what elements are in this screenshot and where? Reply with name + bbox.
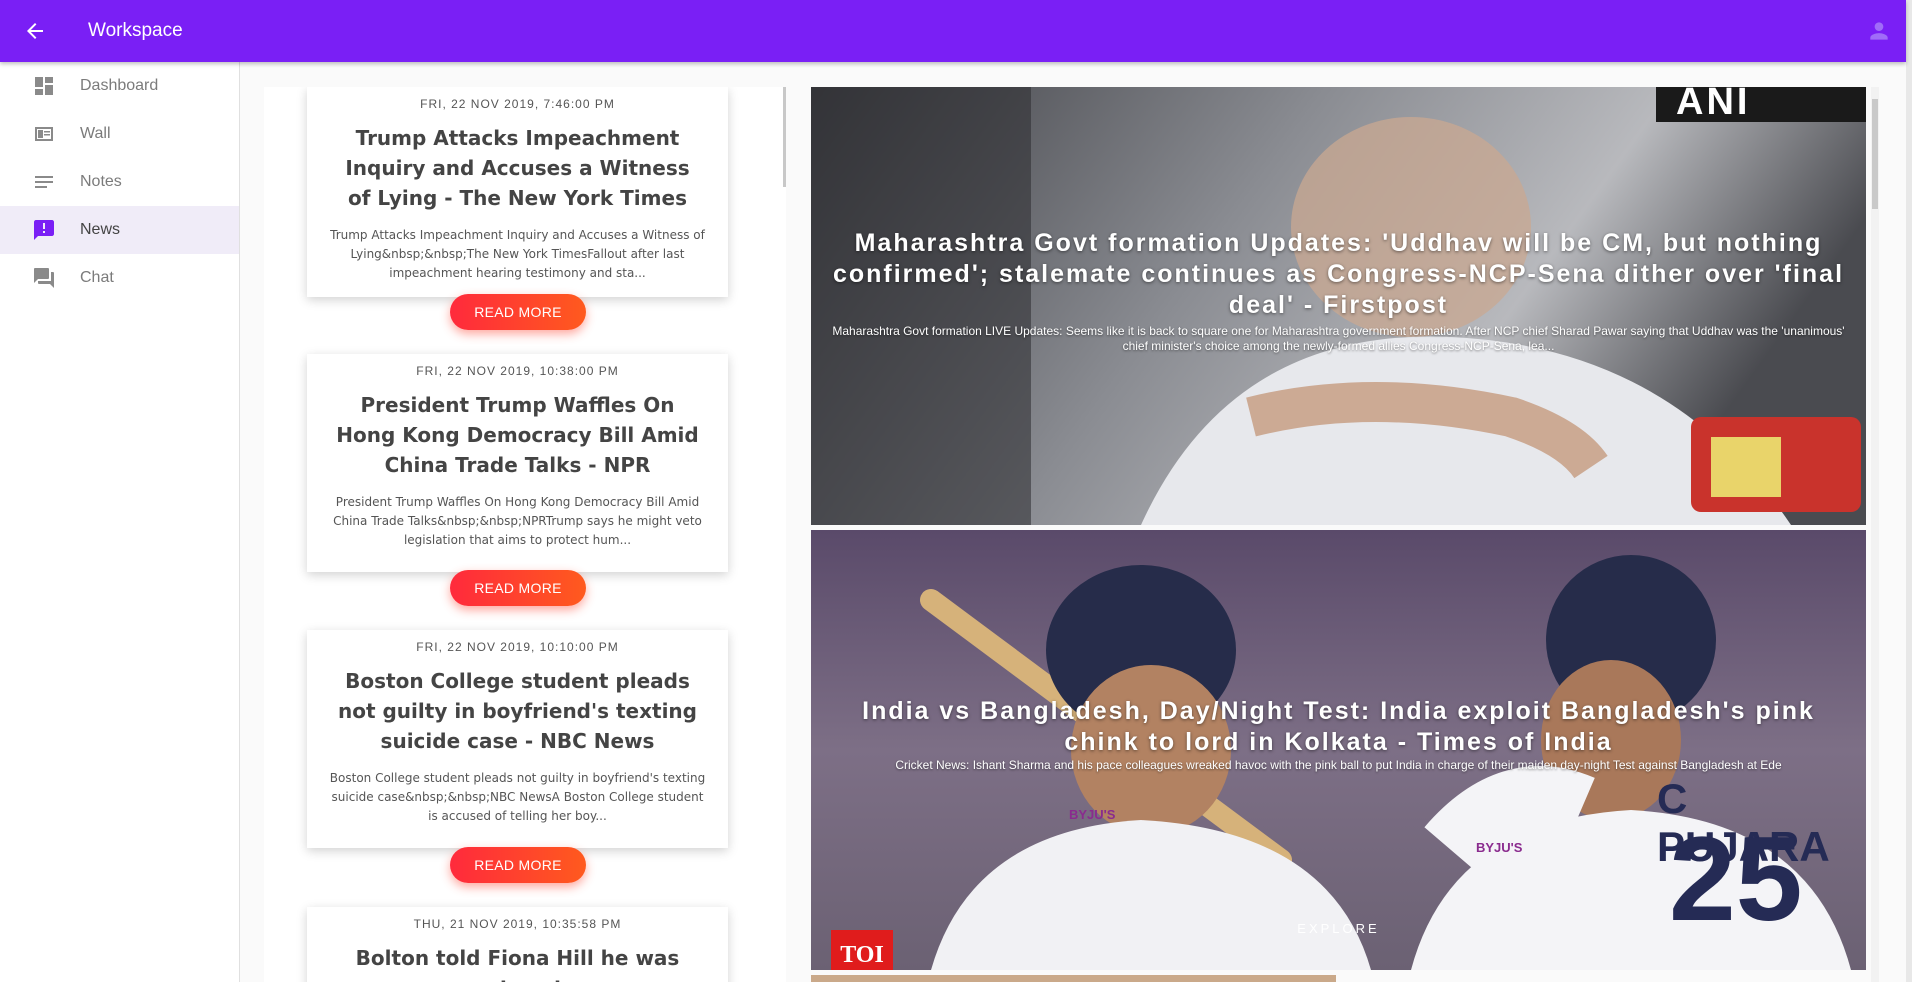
news-headline: Boston College student pleads not guilty… bbox=[337, 669, 697, 753]
app-bar: Workspace bbox=[0, 0, 1906, 62]
news-card: FRI, 22 NOV 2019, 10:38:00 PM President … bbox=[307, 354, 728, 572]
sidebar: Dashboard Wall Notes News Chat bbox=[0, 62, 240, 982]
window-scrollbar[interactable] bbox=[1906, 0, 1912, 982]
wall-icon bbox=[35, 127, 53, 141]
news-headline: President Trump Waffles On Hong Kong Dem… bbox=[336, 393, 699, 477]
featured-title: India vs Bangladesh, Day/Night Test: Ind… bbox=[862, 697, 1815, 756]
dashboard-icon bbox=[35, 77, 53, 95]
news-description: Trump Attacks Impeachment Inquiry and Ac… bbox=[330, 228, 705, 280]
featured-scrollbar[interactable] bbox=[1871, 87, 1879, 982]
news-date: FRI, 22 NOV 2019, 10:38:00 PM bbox=[416, 364, 619, 378]
notes-icon bbox=[35, 176, 53, 188]
featured-story[interactable] bbox=[811, 975, 1336, 982]
sidebar-item-notes[interactable]: Notes bbox=[0, 158, 239, 206]
sidebar-item-dashboard[interactable]: Dashboard bbox=[0, 62, 239, 110]
sidebar-item-label: News bbox=[80, 221, 121, 238]
chat-icon bbox=[34, 268, 54, 288]
featured-description: Maharashtra Govt formation LIVE Updates:… bbox=[832, 324, 1845, 353]
app-title: Workspace bbox=[88, 20, 183, 41]
news-icon bbox=[34, 220, 54, 240]
news-card: FRI, 22 NOV 2019, 10:10:00 PM Boston Col… bbox=[307, 630, 728, 848]
back-button[interactable] bbox=[0, 0, 70, 62]
scrollbar-thumb[interactable] bbox=[1872, 99, 1878, 209]
news-description: Boston College student pleads not guilty… bbox=[329, 771, 706, 823]
featured-story[interactable]: C PUJARA 25 BYJU'S BYJU'S India vs Bangl… bbox=[811, 530, 1866, 970]
news-list-scrollbar[interactable] bbox=[783, 87, 786, 187]
read-more-button[interactable]: READ MORE bbox=[450, 847, 586, 883]
sponsor-logo: BYJU'S bbox=[1069, 807, 1116, 822]
arrow-left-icon bbox=[27, 23, 43, 39]
news-list: FRI, 22 NOV 2019, 7:46:00 PM Trump Attac… bbox=[264, 87, 786, 982]
news-card: THU, 21 NOV 2019, 10:35:58 PM Bolton tol… bbox=[307, 907, 728, 982]
toi-logo: TOI bbox=[840, 942, 884, 968]
news-headline: Bolton told Fiona Hill he was not part bbox=[355, 946, 680, 982]
news-card: FRI, 22 NOV 2019, 7:46:00 PM Trump Attac… bbox=[307, 87, 728, 297]
news-date: FRI, 22 NOV 2019, 10:10:00 PM bbox=[416, 640, 619, 654]
sponsor-logo: BYJU'S bbox=[1476, 840, 1523, 855]
read-more-button[interactable]: READ MORE bbox=[450, 570, 586, 606]
sidebar-item-label: Wall bbox=[80, 125, 111, 142]
account-icon[interactable] bbox=[1866, 18, 1892, 44]
sidebar-item-news[interactable]: News bbox=[0, 206, 239, 254]
news-headline: Trump Attacks Impeachment Inquiry and Ac… bbox=[345, 126, 690, 210]
news-date: THU, 21 NOV 2019, 10:35:58 PM bbox=[413, 917, 622, 931]
news-description: President Trump Waffles On Hong Kong Dem… bbox=[333, 495, 702, 547]
read-more-button[interactable]: READ MORE bbox=[450, 294, 586, 330]
featured-title: Maharashtra Govt formation Updates: 'Udd… bbox=[832, 229, 1845, 319]
sidebar-item-label: Dashboard bbox=[80, 77, 159, 94]
explore-button[interactable]: EXPLORE bbox=[811, 921, 1866, 936]
sidebar-item-label: Notes bbox=[80, 173, 122, 190]
sidebar-item-wall[interactable]: Wall bbox=[0, 110, 239, 158]
sidebar-item-chat[interactable]: Chat bbox=[0, 254, 239, 302]
sidebar-item-label: Chat bbox=[80, 269, 114, 286]
featured-description: Cricket News: Ishant Sharma and his pace… bbox=[895, 758, 1782, 772]
featured-story[interactable]: ANI Maharashtra Govt formation Updates: … bbox=[811, 87, 1866, 525]
news-date: FRI, 22 NOV 2019, 7:46:00 PM bbox=[420, 97, 615, 111]
ani-watermark: ANI bbox=[1676, 87, 1751, 123]
